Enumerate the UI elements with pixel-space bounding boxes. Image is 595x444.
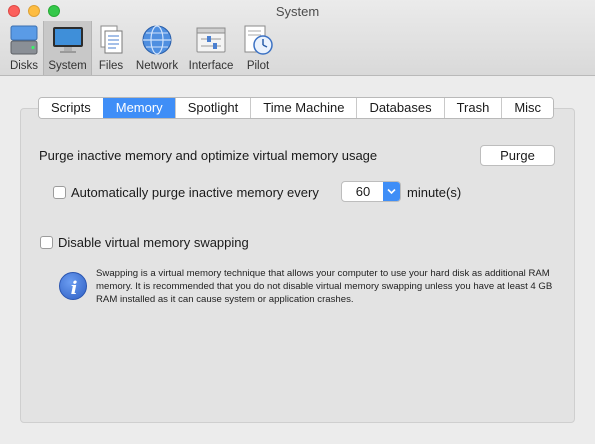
- purge-description: Purge inactive memory and optimize virtu…: [39, 148, 378, 163]
- toolbar-item-interface[interactable]: Interface: [185, 21, 237, 75]
- purge-button[interactable]: Purge: [480, 145, 555, 166]
- tab-memory[interactable]: Memory: [102, 98, 175, 118]
- svg-text:i: i: [71, 278, 78, 299]
- toolbar-item-disks[interactable]: Disks: [5, 21, 43, 75]
- monitor-icon: [52, 27, 83, 53]
- globe-icon: [142, 25, 172, 55]
- window-title: System: [275, 4, 320, 19]
- files-icon: [100, 25, 123, 54]
- system-window: System Disks System Files Network Interf…: [0, 0, 595, 444]
- toolbar-label-system: System: [48, 60, 87, 72]
- chevron-down-icon: [383, 182, 400, 201]
- auto-purge-unit: minute(s): [407, 185, 462, 200]
- toolbar-label-disks: Disks: [9, 60, 39, 72]
- toolbar-label-network: Network: [135, 60, 179, 72]
- auto-purge-checkbox[interactable]: [53, 186, 66, 199]
- toolbar-label-pilot: Pilot: [246, 60, 270, 72]
- swap-info-text: Swapping is a virtual memory technique t…: [96, 268, 553, 306]
- disable-swap-checkbox[interactable]: [40, 236, 53, 249]
- tab-misc[interactable]: Misc: [501, 98, 554, 118]
- tab-time-machine[interactable]: Time Machine: [250, 98, 357, 118]
- toolbar-item-network[interactable]: Network: [133, 21, 181, 75]
- auto-purge-interval-select[interactable]: 60: [341, 181, 401, 202]
- disable-swap-label: Disable virtual memory swapping: [58, 235, 249, 250]
- toolbar-item-system[interactable]: System: [43, 21, 92, 75]
- tab-bar: Scripts Memory Spotlight Time Machine Da…: [38, 97, 555, 119]
- pilot-icon: [244, 25, 273, 55]
- auto-purge-label: Automatically purge inactive memory ever…: [71, 185, 319, 200]
- auto-purge-interval-value: 60: [355, 184, 371, 199]
- interface-icon: [196, 27, 226, 53]
- tab-spotlight[interactable]: Spotlight: [174, 98, 251, 118]
- tab-trash[interactable]: Trash: [443, 98, 502, 118]
- title-bar: System Disks System Files Network Interf…: [0, 0, 595, 76]
- toolbar-item-pilot[interactable]: Pilot: [240, 21, 276, 75]
- tab-scripts[interactable]: Scripts: [39, 98, 103, 118]
- disks-icon: [10, 25, 38, 55]
- tab-databases[interactable]: Databases: [356, 98, 444, 118]
- toolbar-item-files[interactable]: Files: [93, 21, 129, 75]
- info-icon: i: [59, 272, 87, 300]
- toolbar-label-files: Files: [98, 60, 124, 72]
- toolbar-label-interface: Interface: [188, 60, 234, 72]
